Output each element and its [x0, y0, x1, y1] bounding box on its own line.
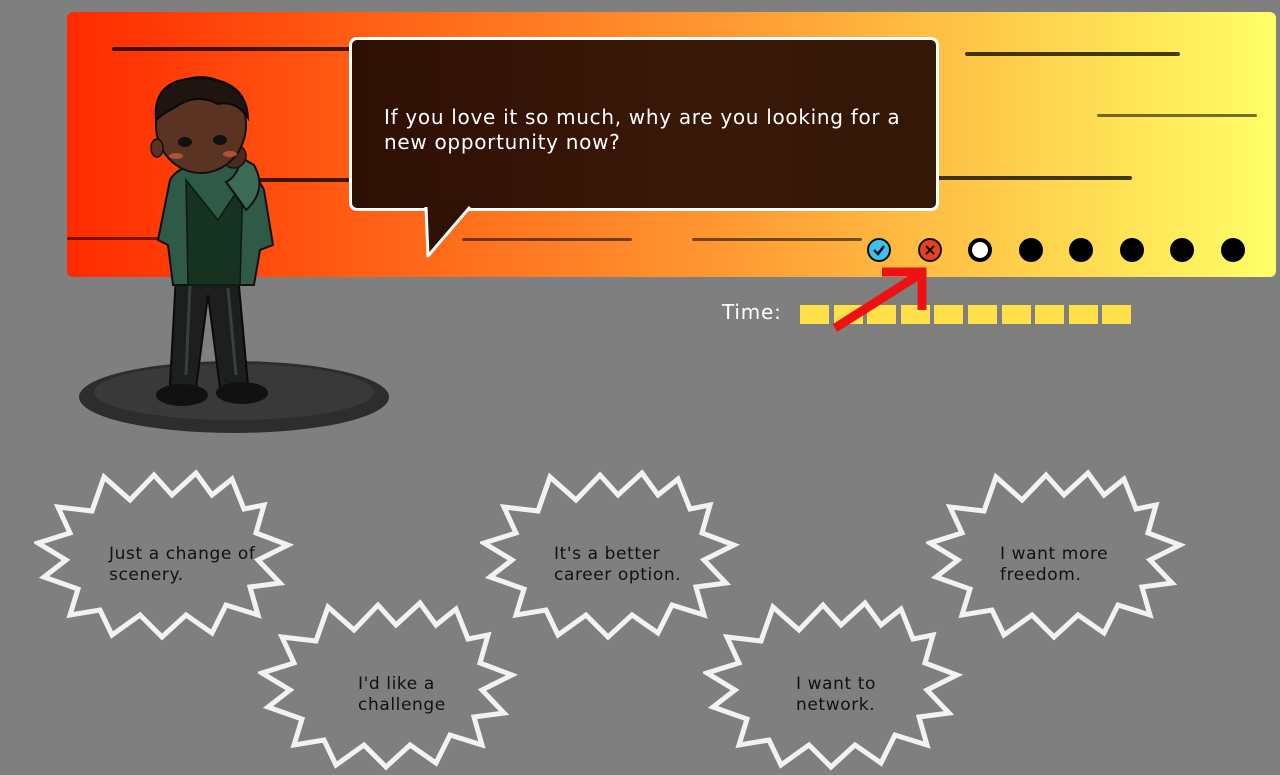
choice-text: It's a better career option.: [554, 544, 681, 586]
timer-label: Time:: [722, 300, 782, 324]
choice-text-line: freedom.: [1000, 565, 1082, 585]
progress-dot-pending: [1170, 238, 1194, 262]
choice-text-line: It's a better: [554, 544, 661, 564]
choice-bubble-network[interactable]: I want to network.: [703, 595, 963, 775]
speed-line: [462, 238, 632, 241]
choice-text-line: scenery.: [109, 565, 184, 585]
timer-segment: [968, 305, 997, 324]
choice-bubble-career[interactable]: It's a better career option.: [480, 465, 740, 645]
progress-dot-current: [968, 238, 992, 262]
timer-segment: [1102, 305, 1132, 324]
choice-text: I want to network.: [796, 674, 876, 716]
speech-bubble-tail: [424, 206, 472, 258]
progress-dot-pending: [1220, 238, 1245, 262]
choice-text-line: I'd like a: [358, 674, 435, 694]
progress-dot-pending: [1018, 238, 1043, 262]
choice-text-line: network.: [796, 695, 876, 715]
progress-dot-pending: [1069, 238, 1093, 262]
timer-segment: [1001, 305, 1031, 324]
choice-bubble-challenge[interactable]: I'd like a challenge: [258, 595, 518, 775]
speech-bubble: If you love it so much, why are you look…: [349, 37, 939, 211]
choice-text-line: I want more: [1000, 544, 1109, 564]
question-text: If you love it so much, why are you look…: [384, 105, 901, 154]
choice-bubble-scenery[interactable]: Just a change of scenery.: [34, 465, 294, 645]
choice-text-line: career option.: [554, 565, 682, 585]
timer-segment: [934, 305, 964, 324]
choice-text-line: challenge: [358, 695, 446, 715]
choice-text-line: Just a change of: [109, 544, 256, 564]
red-arrow-icon: [832, 267, 927, 332]
timer-segment: [1035, 305, 1065, 324]
choice-bubble-freedom[interactable]: I want more freedom.: [926, 465, 1186, 645]
choice-text-line: I want to: [796, 674, 877, 694]
progress-dot-pending: [1119, 238, 1144, 262]
timer-segment: [1068, 305, 1098, 324]
interviewer-character: [79, 76, 389, 433]
choice-text: I want more freedom.: [1000, 544, 1108, 586]
x-icon: [924, 245, 935, 255]
speed-line: [1097, 114, 1257, 117]
speed-line: [692, 238, 862, 241]
choice-text: Just a change of scenery.: [109, 544, 256, 586]
check-icon: [873, 245, 885, 256]
speed-line: [965, 52, 1180, 56]
choice-text: I'd like a challenge: [358, 674, 446, 716]
